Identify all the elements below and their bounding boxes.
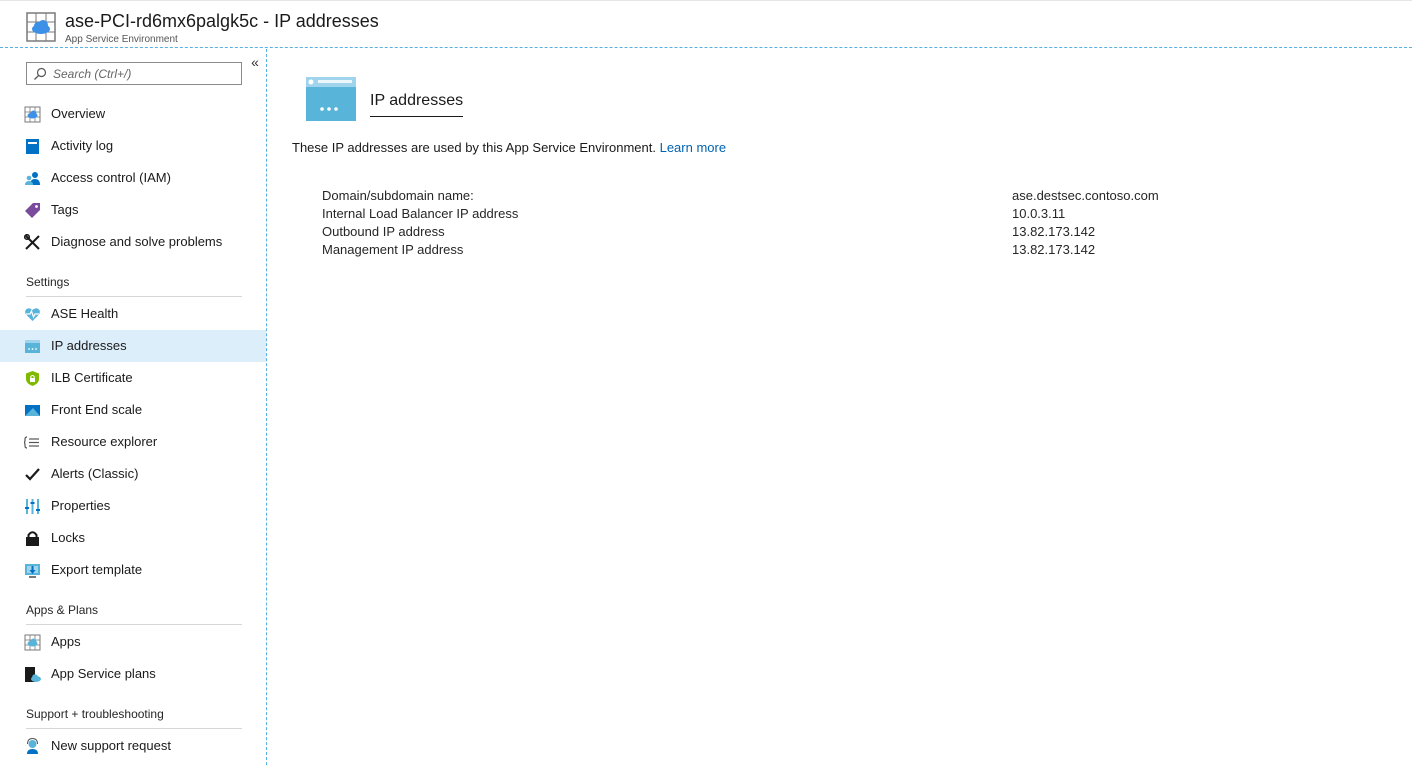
section-divider [26,296,242,297]
property-row: Domain/subdomain name: ase.destsec.conto… [322,188,1402,206]
sidebar-item-label: Activity log [51,138,114,153]
sidebar-item-properties[interactable]: Properties [0,490,266,522]
scale-icon [25,405,40,416]
sidebar-item-ip-addresses[interactable]: IP addresses [0,330,266,362]
property-value: 10.0.3.11 [1012,206,1066,221]
sidebar-item-label: Alerts (Classic) [51,466,139,481]
wrench-icon [24,234,40,250]
sidebar-item-label: Overview [51,106,106,121]
section-title-apps-plans: Apps & Plans [26,603,99,617]
sidebar-item-app-service-plans[interactable]: App Service plans [0,658,266,690]
sidebar-item-ilb-certificate[interactable]: ILB Certificate [0,362,266,394]
sidebar-item-label: ASE Health [51,306,119,321]
sidebar-item-label: Diagnose and solve problems [51,234,223,249]
ip-window-icon [25,340,40,353]
property-value: 13.82.173.142 [1012,224,1096,239]
search-box[interactable] [26,62,242,85]
blade-header: ase-PCI-rd6mx6palgk5c - IP addresses App… [0,0,1412,48]
sidebar-item-label: Apps [51,634,81,649]
page-title: ase-PCI-rd6mx6palgk5c - IP addresses [65,11,379,31]
sidebar-item-locks[interactable]: Locks [0,522,266,554]
property-row: Management IP address 13.82.173.142 [322,242,1402,260]
app-service-plan-icon [25,667,41,682]
property-value: ase.destsec.contoso.com [1012,188,1159,203]
apps-icon [24,634,41,651]
sidebar-item-label: Tags [51,202,79,217]
checkmark-icon [25,468,40,481]
sidebar-item-resource-explorer[interactable]: Resource explorer [0,426,266,458]
tag-icon [25,203,40,218]
resource-type-subtitle: App Service Environment [65,34,178,45]
sidebar-item-label: New support request [51,738,171,753]
sidebar-item-label: Export template [51,562,143,577]
sidebar-item-apps[interactable]: Apps [0,626,266,658]
property-label: Management IP address [322,242,464,257]
sidebar-item-label: ILB Certificate [51,370,133,385]
property-row: Outbound IP address 13.82.173.142 [322,224,1402,242]
sidebar-item-label: Front End scale [51,402,143,417]
section-divider [26,728,242,729]
heart-pulse-icon [25,308,40,321]
search-icon [34,67,47,80]
sidebar-item-overview[interactable]: Overview [0,98,266,130]
resource-explorer-icon [24,436,39,449]
property-row: Internal Load Balancer IP address 10.0.3… [322,206,1402,224]
properties-icon [25,499,40,514]
sidebar-item-alerts-classic[interactable]: Alerts (Classic) [0,458,266,490]
sidebar-item-label: App Service plans [51,666,156,681]
sidebar-item-label: Locks [51,530,85,545]
section-divider [26,624,242,625]
support-request-icon [27,738,38,754]
section-title-settings: Settings [26,275,70,289]
sidebar-item-new-support-request[interactable]: New support request [0,730,266,762]
sidebar-item-label: IP addresses [51,338,127,353]
sidebar-item-label: Properties [51,498,111,513]
sidebar-item-diagnose[interactable]: Diagnose and solve problems [0,226,266,258]
app-service-environment-icon [24,106,41,123]
property-label: Domain/subdomain name: [322,188,474,203]
main-content: IP addresses These IP addresses are used… [268,49,1412,765]
resource-menu: « Overview Activity log Access control (… [0,49,267,765]
sidebar-item-ase-health[interactable]: ASE Health [0,298,266,330]
sidebar-item-export-template[interactable]: Export template [0,554,266,586]
description-text: These IP addresses are used by this App … [292,140,656,155]
section-heading: IP addresses [370,92,464,117]
sidebar-item-access-control[interactable]: Access control (IAM) [0,162,266,194]
sidebar-item-front-end-scale[interactable]: Front End scale [0,394,266,426]
people-icon [25,172,40,185]
section-title-support: Support + troubleshooting [26,707,164,721]
export-template-icon [25,564,40,578]
shield-lock-icon [26,371,39,386]
property-label: Outbound IP address [322,224,445,239]
learn-more-link[interactable]: Learn more [660,140,726,155]
description: These IP addresses are used by this App … [292,140,726,155]
sidebar-item-tags[interactable]: Tags [0,194,266,226]
activity-log-icon [26,139,39,154]
property-label: Internal Load Balancer IP address [322,206,519,221]
ip-window-icon [306,77,356,121]
collapse-menu-button[interactable]: « [248,54,262,70]
property-value: 13.82.173.142 [1012,242,1096,257]
sidebar-item-label: Resource explorer [51,434,158,449]
search-input[interactable] [53,65,238,82]
app-service-environment-icon [26,12,56,42]
lock-icon [26,531,39,546]
sidebar-item-label: Access control (IAM) [51,170,171,185]
sidebar-item-activity-log[interactable]: Activity log [0,130,266,162]
